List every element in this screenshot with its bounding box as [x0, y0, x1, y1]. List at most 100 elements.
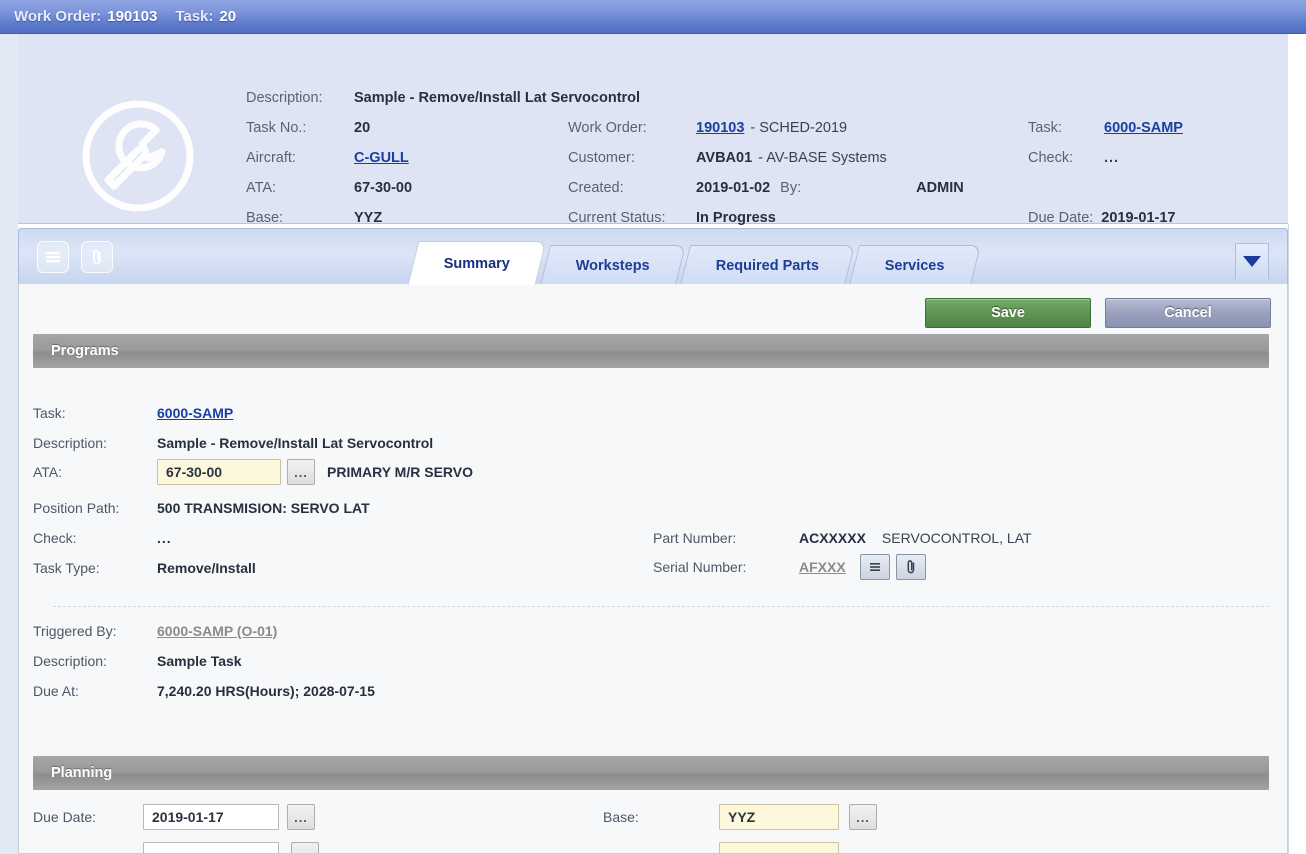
planning-next-lookup-button[interactable] — [291, 842, 320, 853]
serial-list-icon[interactable] — [859, 554, 890, 580]
ata-lookup-button[interactable]: ... — [287, 459, 315, 485]
position-path-label: Position Path: — [33, 500, 120, 516]
header-row-2: Aircraft: C-GULL Customer: AVBA01 - AV-B… — [246, 150, 1286, 180]
planning-next-input-right[interactable] — [719, 842, 839, 853]
part-number-description: SERVOCONTROL, LAT — [881, 530, 1032, 546]
planning-due-date-input[interactable]: 2019-01-17 — [143, 804, 279, 830]
created-label: Created: — [568, 180, 624, 196]
section-header-programs: Programs — [33, 334, 1269, 368]
header-work-order-field: Work Order: 190103 - SCHED-2019 — [568, 120, 1028, 136]
cancel-button[interactable]: Cancel — [1105, 298, 1271, 328]
serial-number-label: Serial Number: — [653, 559, 747, 575]
status-label: Current Status: — [568, 210, 666, 226]
planning-base-label: Base: — [603, 809, 639, 825]
customer-value: AVBA01 — [696, 150, 753, 166]
titlebar-work-order-label: Work Order: — [14, 8, 102, 25]
header-created-field: Created: 2019-01-02 By: ADMIN — [568, 180, 1028, 196]
titlebar-task-label: Task: — [175, 8, 214, 25]
tab-services[interactable]: Services — [849, 245, 981, 285]
triggered-by-link[interactable]: 6000-SAMP (O-01) — [157, 623, 277, 639]
created-value: 2019-01-02 — [696, 180, 771, 196]
planning-next-input[interactable] — [143, 842, 279, 853]
window-right-border — [1288, 224, 1289, 854]
tab-required-parts[interactable]: Required Parts — [679, 245, 856, 285]
header-base-value: YYZ — [354, 210, 383, 226]
header-ata-value: 67-30-00 — [354, 180, 413, 196]
programs-description-value: Sample - Remove/Install Lat Servocontrol — [157, 435, 434, 451]
header-base-field: Base: YYZ — [246, 210, 568, 226]
planning-base-lookup-button[interactable]: ... — [849, 804, 877, 830]
header-task-link[interactable]: 6000-SAMP — [1104, 120, 1183, 136]
header-ata-label: ATA: — [246, 180, 277, 196]
programs-description-row: Description: Sample - Remove/Install Lat… — [33, 430, 433, 456]
header-check-field: Check: ... — [1028, 150, 1119, 166]
window-title-bar: Work Order: 190103 Task: 20 — [0, 0, 1306, 34]
part-number-label: Part Number: — [653, 530, 737, 546]
ata-input[interactable]: 67-30-00 — [157, 459, 281, 485]
programs-description-label: Description: — [33, 435, 107, 451]
header-ata-field: ATA: 67-30-00 — [246, 180, 568, 196]
tab-services-label: Services — [885, 257, 945, 274]
chevron-down-icon[interactable] — [1235, 243, 1269, 279]
header-check-label: Check: — [1028, 150, 1074, 166]
position-path-value: 500 TRANSMISION: SERVO LAT — [157, 500, 370, 516]
triggered-description-value: Sample Task — [157, 653, 242, 669]
header-check-value: ... — [1104, 150, 1120, 166]
work-order-label: Work Order: — [568, 120, 647, 136]
record-header-panel: Description: Sample - Remove/Install Lat… — [0, 34, 1306, 226]
hamburger-menu-icon[interactable] — [37, 241, 69, 273]
tab-worksteps[interactable]: Worksteps — [540, 245, 686, 285]
planning-due-date-lookup-button[interactable]: ... — [287, 804, 315, 830]
header-row-1: Task No.: 20 Work Order: 190103 - SCHED-… — [246, 120, 1286, 150]
header-due-date-field: Due Date: 2019-01-17 — [1028, 210, 1175, 226]
tab-strip: Summary Worksteps Required Parts Service… — [18, 228, 1288, 285]
header-task-field: Task: 6000-SAMP — [1028, 120, 1183, 136]
tab-summary[interactable]: Summary — [407, 241, 547, 285]
serial-number-link[interactable]: AFXXX — [799, 559, 846, 575]
description-value: Sample - Remove/Install Lat Servocontrol — [354, 90, 641, 106]
header-task-no-field: Task No.: 20 — [246, 120, 568, 136]
tab-required-parts-label: Required Parts — [715, 257, 820, 274]
planning-next-row-partial-right — [719, 842, 839, 853]
programs-ata-label: ATA: — [33, 464, 63, 480]
action-button-row: Save Cancel — [925, 298, 1271, 328]
status-value: In Progress — [696, 210, 776, 226]
work-order-link[interactable]: 190103 — [696, 120, 744, 136]
programs-check-label: Check: — [33, 530, 77, 546]
window-right-edge — [1288, 34, 1306, 854]
task-type-label: Task Type: — [33, 560, 100, 576]
programs-part-number-row: Part Number: ACXXXXX SERVOCONTROL, LAT — [653, 525, 1032, 551]
due-at-value: 7,240.20 HRS(Hours); 2028-07-15 — [157, 683, 375, 699]
header-aircraft-field: Aircraft: C-GULL — [246, 150, 568, 166]
wrench-circle-icon — [78, 96, 198, 216]
aircraft-link[interactable]: C-GULL — [354, 150, 409, 166]
created-by-label: By: — [780, 180, 802, 196]
part-number-value: ACXXXXX — [799, 530, 866, 546]
triggered-by-label: Triggered By: — [33, 623, 117, 639]
tab-worksteps-label: Worksteps — [575, 257, 650, 274]
aircraft-label: Aircraft: — [246, 150, 296, 166]
programs-position-path-row: Position Path: 500 TRANSMISION: SERVO LA… — [33, 495, 370, 521]
customer-label: Customer: — [568, 150, 635, 166]
tab-summary-label: Summary — [443, 255, 510, 272]
header-row-3: ATA: 67-30-00 Created: 2019-01-02 By: AD… — [246, 180, 1286, 210]
section-header-planning: Planning — [33, 756, 1269, 790]
save-button[interactable]: Save — [925, 298, 1091, 328]
planning-due-date-row: Due Date: 2019-01-17 ... — [33, 804, 315, 830]
programs-task-link[interactable]: 6000-SAMP — [157, 405, 233, 421]
planning-next-row-partial — [143, 842, 320, 853]
programs-serial-number-row: Serial Number: AFXXX — [653, 554, 926, 580]
paperclip-icon[interactable] — [81, 241, 113, 273]
planning-base-input[interactable]: YYZ — [719, 804, 839, 830]
due-at-label: Due At: — [33, 683, 79, 699]
programs-ata-row: ATA: 67-30-00 ... PRIMARY M/R SERVO — [33, 459, 473, 485]
triggered-by-row: Triggered By: 6000-SAMP (O-01) — [33, 618, 277, 644]
tab-list: Summary Worksteps Required Parts Service… — [407, 241, 981, 285]
triggered-description-label: Description: — [33, 653, 107, 669]
programs-task-row: Task: 6000-SAMP — [33, 400, 233, 426]
customer-suffix: - AV-BASE Systems — [758, 150, 887, 166]
ata-description: PRIMARY M/R SERVO — [327, 464, 473, 480]
header-customer-field: Customer: AVBA01 - AV-BASE Systems — [568, 150, 1028, 166]
summary-tab-panel: Save Cancel Programs Task: 6000-SAMP Des… — [18, 284, 1288, 854]
serial-paperclip-icon[interactable] — [895, 554, 926, 580]
